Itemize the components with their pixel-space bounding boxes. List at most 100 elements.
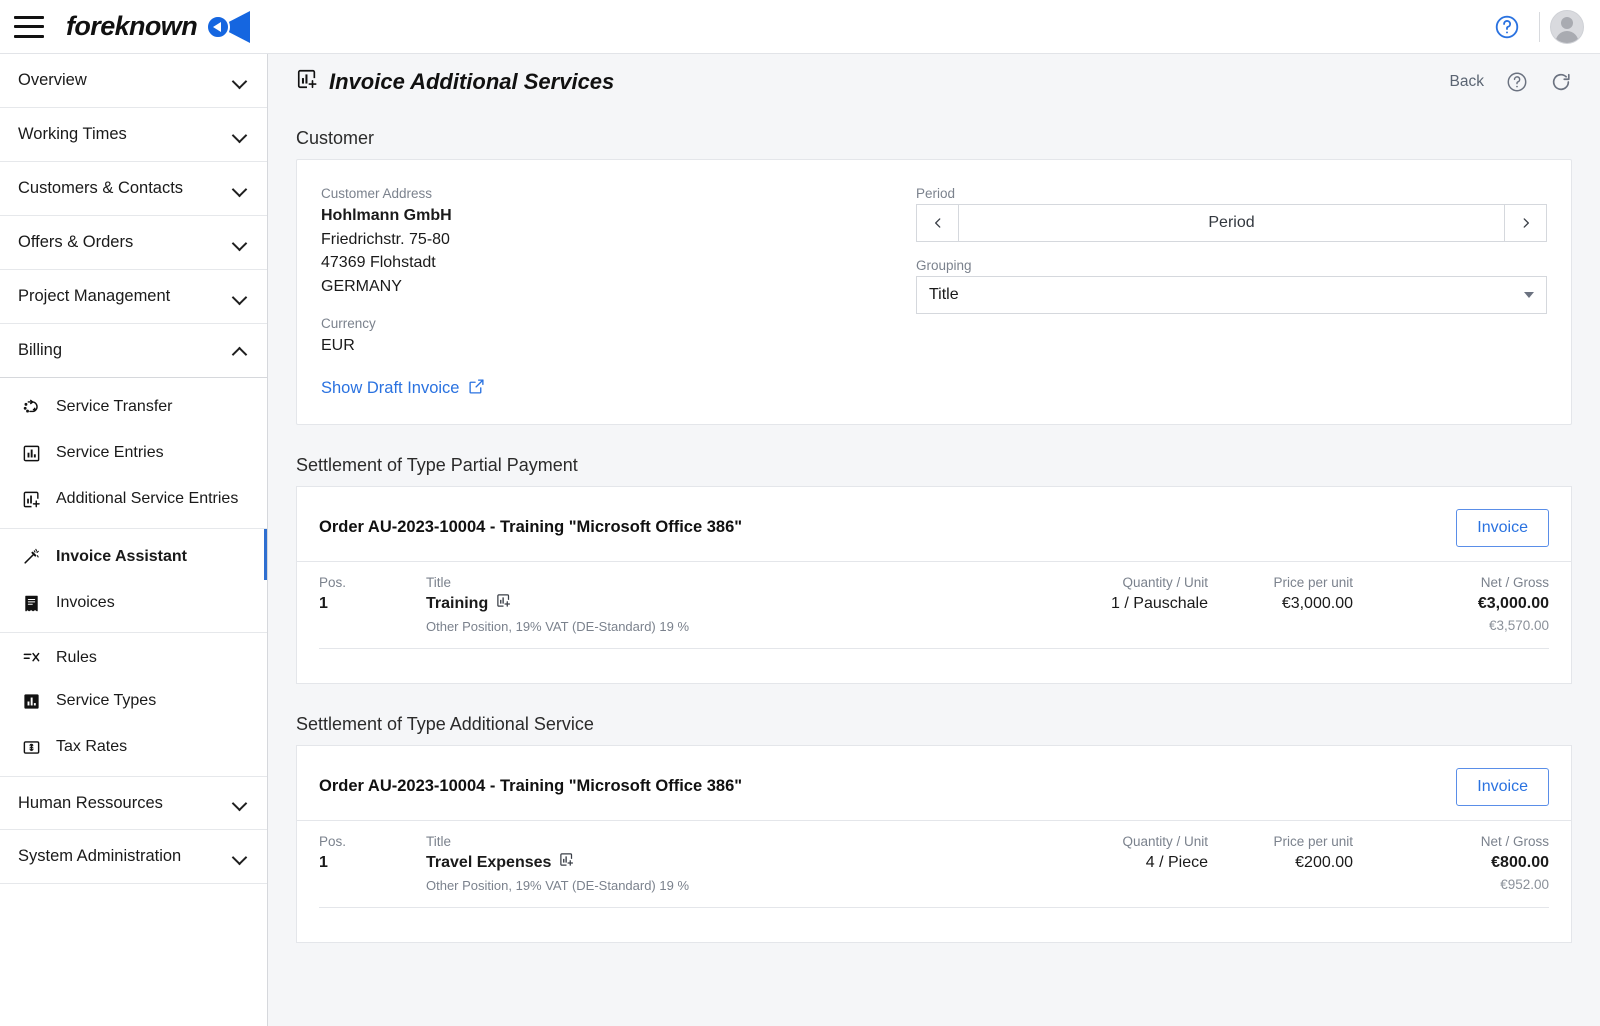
- customer-address-block: Customer Address Hohlmann GmbH Friedrich…: [321, 186, 916, 400]
- page-header: Invoice Additional Services Back: [268, 54, 1600, 110]
- chevron-right-icon[interactable]: [1504, 205, 1546, 241]
- back-button[interactable]: Back: [1450, 73, 1484, 91]
- sidebar-item-label: Service Transfer: [56, 398, 173, 415]
- bar-chart-icon: [20, 442, 42, 464]
- sidebar-item-label: Rules: [56, 648, 97, 666]
- grouping-select[interactable]: Title: [916, 276, 1547, 314]
- cell-net: €3,000.00: [1477, 594, 1549, 612]
- money-icon: [20, 736, 42, 758]
- col-header-net-gross: Net / Gross: [1480, 574, 1549, 590]
- grouping-label: Grouping: [916, 258, 972, 273]
- sidebar-group-human-ressources[interactable]: Human Ressources: [0, 776, 267, 830]
- help-circle-icon[interactable]: [1485, 5, 1529, 49]
- hamburger-menu-icon[interactable]: [14, 15, 44, 38]
- chevron-down-icon: [233, 236, 247, 250]
- sidebar-item-tax-rates[interactable]: Tax Rates: [0, 724, 267, 770]
- sidebar-billing-items: Service Transfer Service Entries Additio…: [0, 384, 267, 770]
- sidebar-item-label: Service Entries: [56, 444, 164, 461]
- sidebar-item-service-types[interactable]: Service Types: [0, 678, 267, 724]
- customer-street: Friedrichstr. 75-80: [321, 230, 450, 248]
- customer-section-label: Customer: [296, 128, 375, 148]
- period-grouping-block: Period Period Grouping Title: [916, 186, 1547, 400]
- cell-gross: €3,570.00: [1488, 617, 1549, 633]
- table-row[interactable]: Pos. 1 Title Travel Expenses Other Posit…: [319, 821, 1549, 908]
- sidebar-group-customers-contacts[interactable]: Customers & Contacts: [0, 162, 267, 216]
- main-content: Invoice Additional Services Back Custome…: [268, 54, 1600, 1026]
- rules-icon: [20, 647, 42, 669]
- table-row[interactable]: Pos. 1 Title Training Other Position, 19…: [319, 562, 1549, 649]
- chevron-down-icon: [233, 850, 247, 864]
- cell-subtitle: Other Position, 19% VAT (DE-Standard) 19…: [426, 618, 690, 634]
- invoice-button[interactable]: Invoice: [1456, 508, 1549, 547]
- magic-wand-icon: [20, 546, 42, 568]
- refresh-icon[interactable]: [1550, 71, 1572, 93]
- chevron-left-icon[interactable]: [917, 205, 959, 241]
- sidebar-group-label: System Administration: [18, 847, 182, 865]
- sidebar-group-billing[interactable]: Billing: [0, 324, 267, 378]
- customer-country: GERMANY: [321, 277, 402, 295]
- sidebar: Overview Working Times Customers & Conta…: [0, 54, 268, 1026]
- help-circle-icon[interactable]: [1506, 71, 1528, 93]
- col-header-quantity: Quantity / Unit: [1122, 833, 1208, 849]
- sidebar-group-system-administration[interactable]: System Administration: [0, 830, 267, 884]
- col-header-pos: Pos.: [319, 574, 347, 590]
- bar-chart-plus-icon: [20, 488, 42, 510]
- external-link-icon: [468, 378, 485, 400]
- settlement-header-1: Order AU-2023-10004 - Training "Microsof…: [297, 487, 1571, 561]
- sidebar-item-additional-service-entries[interactable]: Additional Service Entries: [0, 476, 267, 522]
- invoice-button[interactable]: Invoice: [1456, 767, 1549, 806]
- col-header-title: Title: [426, 574, 452, 590]
- chevron-down-icon: [1524, 292, 1534, 298]
- chevron-down-icon: [233, 796, 247, 810]
- sidebar-item-label: Invoices: [56, 594, 115, 611]
- receipt-icon: [20, 592, 42, 614]
- divider: [1539, 11, 1540, 42]
- customer-address-label: Customer Address: [321, 186, 433, 201]
- cell-title: Training: [426, 594, 489, 612]
- col-header-net-gross: Net / Gross: [1480, 833, 1549, 849]
- sidebar-group-label: Offers & Orders: [18, 233, 134, 251]
- period-label: Period: [916, 186, 956, 201]
- cell-pos: 1: [319, 853, 328, 871]
- chevron-down-icon: [233, 290, 247, 304]
- show-draft-invoice-link[interactable]: Show Draft Invoice: [321, 378, 485, 400]
- currency-value: EUR: [321, 337, 355, 354]
- sidebar-group-label: Human Ressources: [18, 793, 163, 812]
- settlement-table-1: Pos. 1 Title Training Other Position, 19…: [297, 560, 1571, 649]
- sidebar-item-service-transfer[interactable]: Service Transfer: [0, 384, 267, 430]
- sidebar-item-invoice-assistant[interactable]: Invoice Assistant: [0, 528, 267, 580]
- customer-city: 47369 Flohstadt: [321, 254, 436, 271]
- period-selector: Period: [916, 204, 1547, 242]
- bar-chart-plus-icon[interactable]: [496, 593, 511, 615]
- order-title: Order AU-2023-10004 - Training "Microsof…: [319, 518, 743, 536]
- sidebar-group-label: Billing: [18, 341, 63, 359]
- sidebar-group-offers-orders[interactable]: Offers & Orders: [0, 216, 267, 270]
- user-avatar[interactable]: [1550, 9, 1584, 44]
- cell-price: €3,000.00: [1281, 594, 1353, 612]
- col-header-price: Price per unit: [1273, 574, 1353, 590]
- customer-card: Customer Address Hohlmann GmbH Friedrich…: [296, 159, 1572, 425]
- settlement-section-label-2: Settlement of Type Additional Service: [296, 713, 594, 734]
- customer-company: Hohlmann GmbH: [321, 207, 452, 224]
- active-indicator: [264, 529, 267, 580]
- sidebar-group-overview[interactable]: Overview: [0, 54, 267, 108]
- cell-quantity: 1 / Pauschale: [1111, 594, 1208, 612]
- bar-chart-plus-icon[interactable]: [559, 852, 574, 874]
- sidebar-group-working-times[interactable]: Working Times: [0, 108, 267, 162]
- cell-title: Travel Expenses: [426, 853, 552, 871]
- sidebar-item-label: Tax Rates: [56, 738, 128, 755]
- currency-label: Currency: [321, 316, 376, 331]
- sidebar-group-project-management[interactable]: Project Management: [0, 270, 267, 324]
- cell-pos: 1: [319, 594, 328, 612]
- sidebar-item-service-entries[interactable]: Service Entries: [0, 430, 267, 476]
- settlement-header-2: Order AU-2023-10004 - Training "Microsof…: [297, 746, 1571, 820]
- page-title-text: Invoice Additional Services: [329, 69, 615, 94]
- col-header-title: Title: [426, 833, 452, 849]
- period-value[interactable]: Period: [959, 205, 1504, 241]
- bar-chart-filled-icon: [20, 690, 42, 712]
- settlement-card-1: Order AU-2023-10004 - Training "Microsof…: [296, 485, 1572, 684]
- sidebar-item-rules[interactable]: Rules: [0, 632, 267, 678]
- brand-logo[interactable]: foreknown: [66, 10, 252, 44]
- sidebar-item-invoices[interactable]: Invoices: [0, 580, 267, 626]
- col-header-pos: Pos.: [319, 833, 347, 849]
